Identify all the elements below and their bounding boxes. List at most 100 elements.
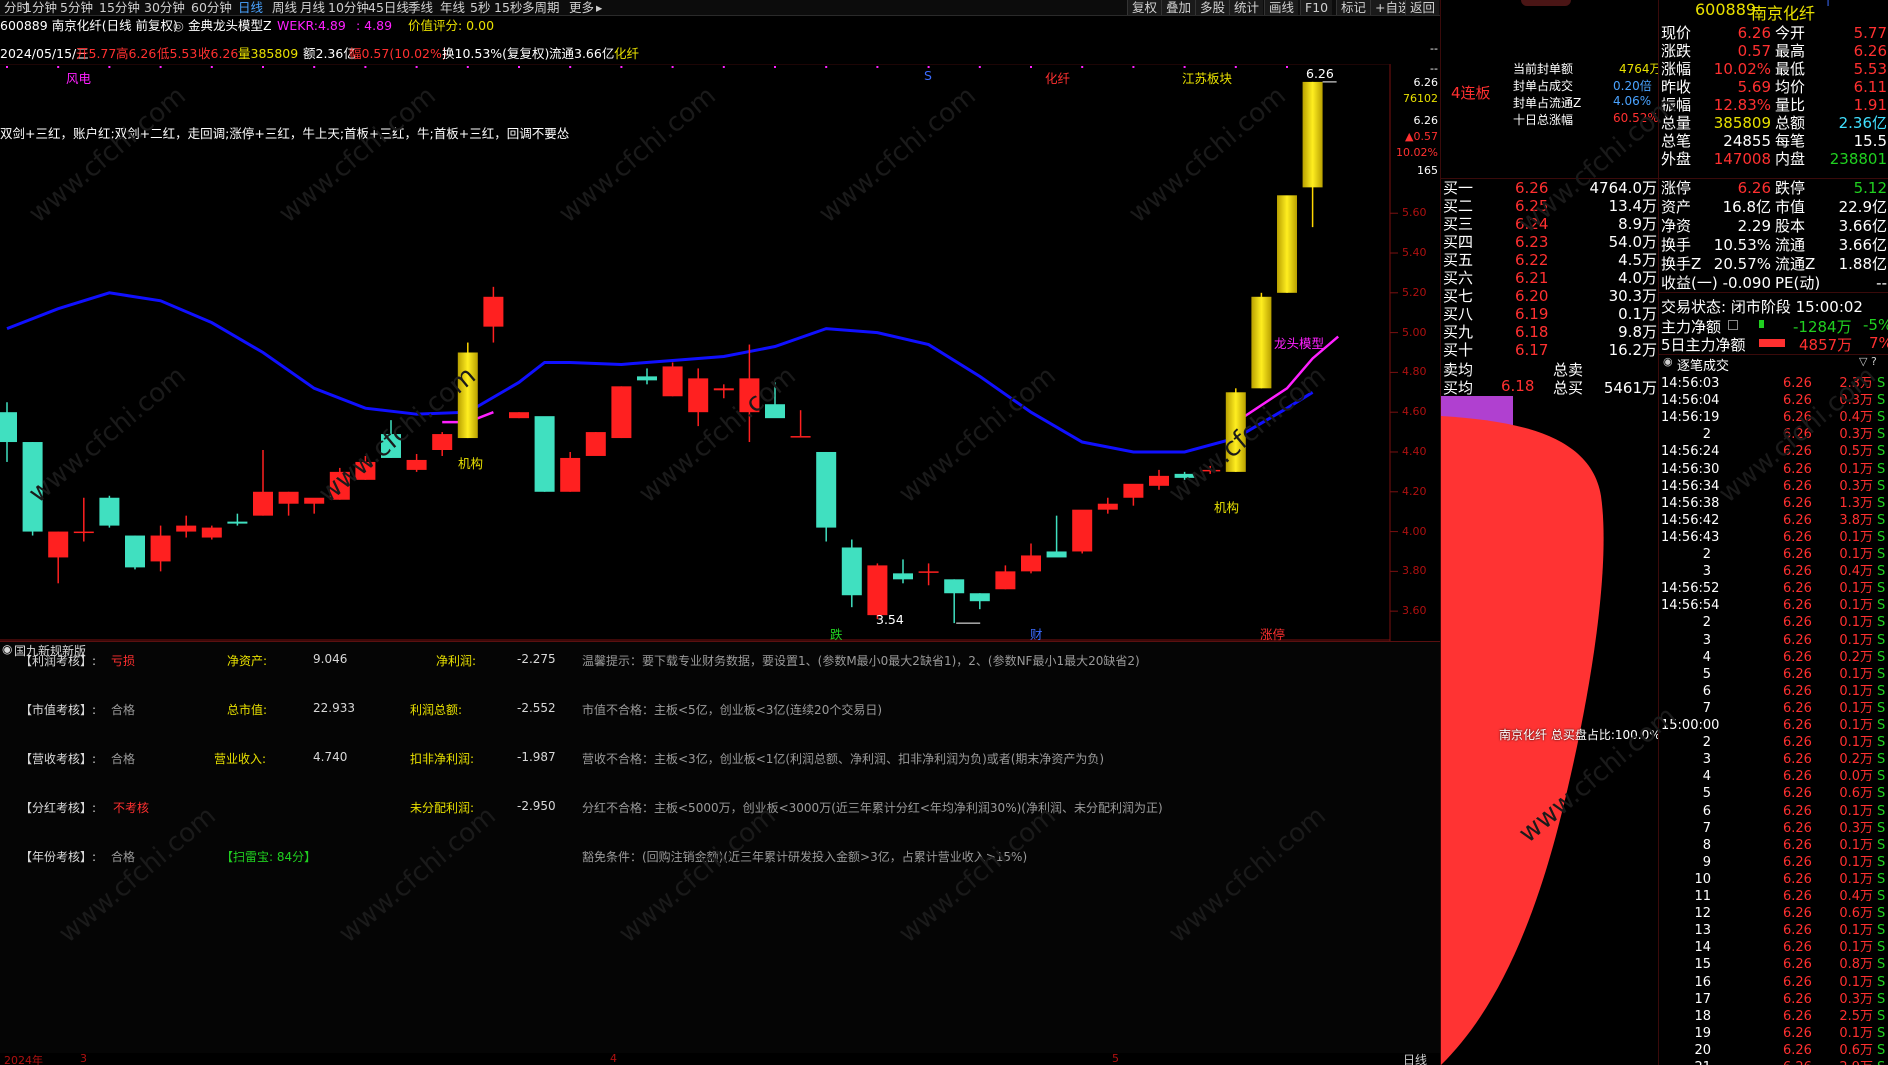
tick-volume: 0.2万 xyxy=(1839,649,1873,665)
candle-body[interactable] xyxy=(534,416,555,492)
seal-key: 封单占成交 xyxy=(1513,79,1574,93)
candle-body[interactable] xyxy=(918,571,939,573)
candle-body[interactable] xyxy=(1302,81,1323,188)
panel-title-icon[interactable]: ◉ xyxy=(2,642,12,656)
candle-body[interactable] xyxy=(611,386,632,439)
candle-body[interactable] xyxy=(893,573,913,580)
candle-body[interactable] xyxy=(150,535,171,562)
toolbar-button[interactable]: 标记 xyxy=(1336,0,1371,15)
candle-body[interactable] xyxy=(713,388,734,391)
bid-price[interactable]: 6.24 xyxy=(1515,215,1548,233)
candle-body[interactable] xyxy=(688,378,709,413)
candle-body[interactable] xyxy=(995,571,1016,590)
period-tab[interactable]: 10分钟 xyxy=(328,0,369,15)
collapse-handle[interactable] xyxy=(1521,0,1571,6)
indicator-name[interactable]: 金典龙头模型Z xyxy=(188,17,272,35)
candle-body[interactable] xyxy=(483,296,504,327)
candle-body[interactable] xyxy=(1021,555,1041,572)
period-tab[interactable]: 年线 xyxy=(440,0,465,15)
period-tab[interactable]: 30分钟 xyxy=(144,0,185,15)
bid-price[interactable]: 6.26 xyxy=(1515,179,1548,197)
period-tab[interactable]: 5秒 xyxy=(470,0,490,15)
candle-body[interactable] xyxy=(1251,296,1272,389)
bid-price[interactable]: 6.18 xyxy=(1515,323,1548,341)
toolbar-button[interactable]: 统计 xyxy=(1229,0,1264,15)
toolbar-button[interactable]: 复权 xyxy=(1127,0,1162,15)
model-icon[interactable]: ◎ xyxy=(173,17,184,35)
candle-body[interactable] xyxy=(201,527,222,538)
candle-body[interactable] xyxy=(22,442,43,532)
period-tab[interactable]: 季线 xyxy=(408,0,433,15)
candle-body[interactable] xyxy=(406,459,427,470)
candle-body[interactable] xyxy=(253,491,273,516)
candle-body[interactable] xyxy=(1277,195,1297,293)
tick-price: 6.26 xyxy=(1783,581,1812,597)
candle-body[interactable] xyxy=(457,352,478,439)
period-tab[interactable]: 多周期 xyxy=(522,0,560,15)
bid-price[interactable]: 6.25 xyxy=(1515,197,1548,215)
bid-price[interactable]: 6.21 xyxy=(1515,269,1548,287)
period-tab[interactable]: 1分钟 xyxy=(24,0,57,15)
candle-body[interactable] xyxy=(1200,469,1221,472)
candle-body[interactable] xyxy=(867,565,888,616)
candle-body[interactable] xyxy=(99,497,120,526)
candle-body[interactable] xyxy=(1225,392,1246,472)
candle-body[interactable] xyxy=(509,412,529,419)
candle-body[interactable] xyxy=(1174,473,1195,478)
candle-body[interactable] xyxy=(739,378,760,413)
candle-body[interactable] xyxy=(0,412,17,443)
ticks-filter-icon[interactable]: ▽ ? xyxy=(1859,355,1877,368)
signal-dot xyxy=(262,66,264,68)
candle-body[interactable] xyxy=(1072,509,1093,552)
toolbar-button[interactable]: 叠加 xyxy=(1161,0,1196,15)
candle-body[interactable] xyxy=(1123,483,1144,498)
bid-price[interactable]: 6.22 xyxy=(1515,251,1548,269)
candle-body[interactable] xyxy=(790,436,811,438)
candle-body[interactable] xyxy=(227,521,248,524)
candle-body[interactable] xyxy=(355,461,376,480)
candle-body[interactable] xyxy=(841,547,862,596)
period-tab[interactable]: 15秒 xyxy=(494,0,522,15)
info-icon[interactable] xyxy=(1728,320,1738,330)
candle-body[interactable] xyxy=(48,531,69,558)
bid-price[interactable]: 6.19 xyxy=(1515,305,1548,323)
toolbar-button[interactable]: 返回 xyxy=(1405,0,1440,15)
candle-body[interactable] xyxy=(125,535,145,568)
candle-body[interactable] xyxy=(278,491,299,504)
toolbar-button[interactable]: 画线 xyxy=(1264,0,1299,15)
tick-time: 14:56:54 xyxy=(1661,598,1720,614)
candle-body[interactable] xyxy=(662,366,683,397)
candle-body[interactable] xyxy=(304,497,325,504)
more-chevron-icon[interactable]: ▸ xyxy=(596,0,602,15)
candle-body[interactable] xyxy=(816,451,837,528)
period-tab[interactable]: 15分钟 xyxy=(99,0,140,15)
period-tab[interactable]: 更多 xyxy=(569,0,594,15)
period-tab[interactable]: 60分钟 xyxy=(191,0,232,15)
bid-price[interactable]: 6.17 xyxy=(1515,341,1548,359)
bid-price[interactable]: 6.23 xyxy=(1515,233,1548,251)
ticks-collapse-icon[interactable]: ◉ xyxy=(1663,355,1673,368)
candle-body[interactable] xyxy=(1046,551,1067,558)
candle-body[interactable] xyxy=(432,434,453,450)
candle-body[interactable] xyxy=(969,593,990,602)
period-tab[interactable]: 日线 xyxy=(238,0,263,15)
period-tab[interactable]: 5分钟 xyxy=(60,0,93,15)
candle-body[interactable] xyxy=(585,432,606,456)
candle-body[interactable] xyxy=(381,434,401,458)
bid-price[interactable]: 6.20 xyxy=(1515,287,1548,305)
candle-body[interactable] xyxy=(560,457,581,492)
candle-body[interactable] xyxy=(765,404,785,419)
candle-body[interactable] xyxy=(944,579,965,594)
toolbar-button[interactable]: F10 xyxy=(1300,0,1333,15)
period-tab[interactable]: 周线 xyxy=(272,0,297,15)
toolbar-button[interactable]: 多股 xyxy=(1195,0,1230,15)
candle-body[interactable] xyxy=(73,531,94,534)
candle-body[interactable] xyxy=(329,471,350,500)
period-tab[interactable]: 月线 xyxy=(300,0,325,15)
period-tab[interactable]: 45日线 xyxy=(368,0,409,15)
candle-body[interactable] xyxy=(1149,475,1169,486)
candle-body[interactable] xyxy=(176,525,197,532)
kline-chart[interactable] xyxy=(0,64,1440,641)
candle-body[interactable] xyxy=(637,376,657,381)
candle-body[interactable] xyxy=(1097,503,1118,510)
